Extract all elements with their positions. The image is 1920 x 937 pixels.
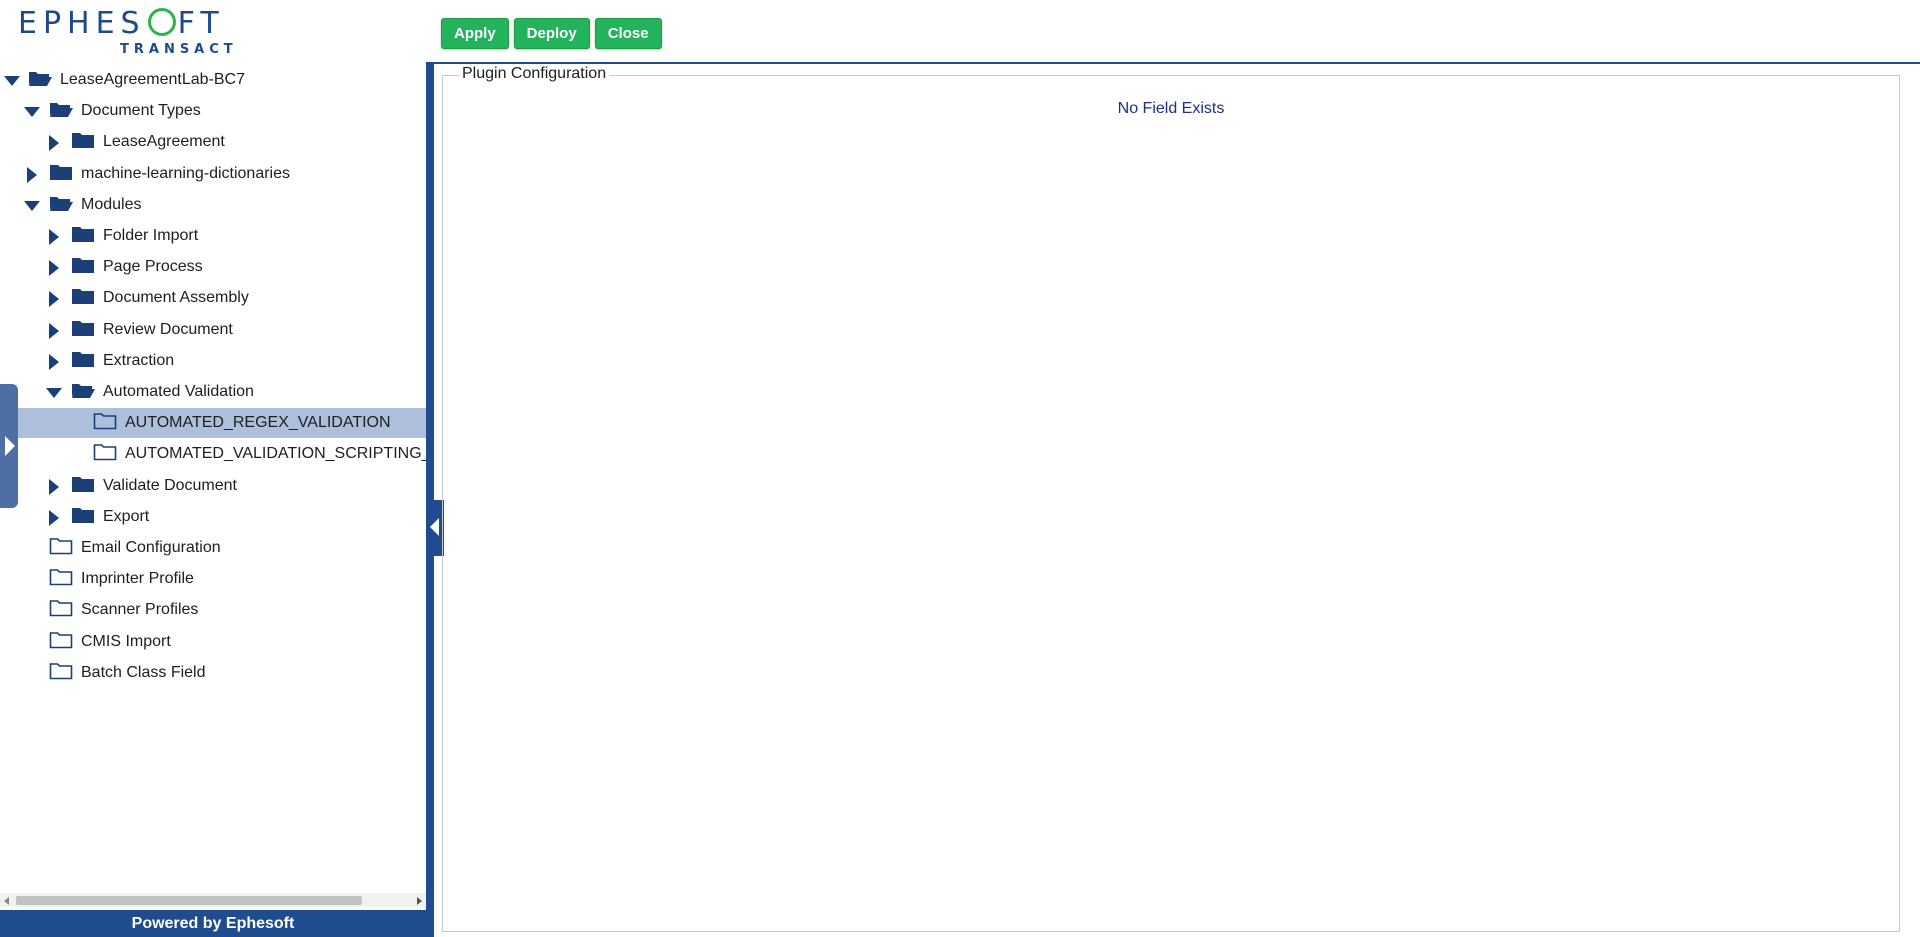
tree-node-label: Imprinter Profile bbox=[81, 570, 194, 588]
tree-node-label: Export bbox=[103, 507, 150, 525]
tree-node-label: machine-learning-dictionaries bbox=[81, 164, 290, 182]
apply-button[interactable]: Apply bbox=[441, 18, 509, 49]
tree-node[interactable]: machine-learning-dictionaries bbox=[0, 159, 426, 189]
tree-node-label: Document Types bbox=[81, 102, 201, 120]
tree-node-label: Batch Class Field bbox=[81, 663, 206, 681]
tree-node[interactable]: Page Process bbox=[0, 252, 426, 282]
folder-icon bbox=[49, 163, 73, 181]
folder-icon bbox=[71, 131, 95, 149]
tree-node-label: Folder Import bbox=[103, 227, 199, 244]
folder-icon bbox=[71, 475, 95, 493]
expand-arrow-icon[interactable] bbox=[24, 166, 38, 183]
tree-node[interactable]: Email Configuration bbox=[0, 533, 426, 563]
expand-arrow-icon[interactable] bbox=[46, 291, 60, 308]
expand-arrow-icon[interactable] bbox=[46, 229, 60, 245]
expand-arrow-icon[interactable] bbox=[46, 135, 60, 152]
expand-arrow-icon[interactable] bbox=[46, 353, 60, 370]
collapse-arrow-icon[interactable] bbox=[24, 104, 40, 118]
tree-node[interactable]: AUTOMATED_REGEX_VALIDATION bbox=[18, 408, 426, 439]
deploy-button[interactable]: Deploy bbox=[513, 18, 590, 49]
expand-arrow-icon[interactable] bbox=[46, 322, 60, 339]
tree-node[interactable]: AUTOMATED_VALIDATION_SCRIPTING_PLUGIN bbox=[0, 439, 426, 469]
expand-panel-tab[interactable] bbox=[0, 384, 18, 508]
tree-node-label: Email Configuration bbox=[81, 539, 221, 556]
empty-state-message: No Field Exists bbox=[1117, 100, 1225, 117]
tree-node-label: LeaseAgreement bbox=[103, 133, 225, 151]
tree-node[interactable]: LeaseAgreementLab-BC7 bbox=[0, 65, 426, 95]
powered-by-footer: Powered by Ephesoft bbox=[0, 910, 426, 937]
tree-node[interactable]: Automated Validation bbox=[0, 377, 426, 407]
logo-o-mark bbox=[147, 7, 176, 36]
folder-icon bbox=[71, 350, 95, 368]
folder-icon bbox=[71, 287, 95, 305]
collapse-arrow-icon[interactable] bbox=[24, 198, 40, 212]
expand-arrow-icon[interactable] bbox=[46, 260, 60, 277]
scroll-left-icon[interactable] bbox=[4, 897, 9, 905]
tree-node[interactable]: Folder Import bbox=[0, 221, 426, 251]
close-button[interactable]: Close bbox=[594, 18, 662, 49]
tree-node[interactable]: Imprinter Profile bbox=[0, 564, 426, 594]
tree-node[interactable]: Modules bbox=[0, 190, 426, 220]
folder-open-icon bbox=[49, 100, 73, 118]
tree-node-label: Scanner Profiles bbox=[81, 601, 199, 619]
tree-node[interactable]: Export bbox=[0, 502, 426, 532]
toolbar: Apply Deploy Close bbox=[441, 18, 662, 49]
folder-icon bbox=[71, 506, 95, 524]
logo-text-start: EPHES bbox=[18, 6, 146, 41]
tree-node-label: Modules bbox=[81, 195, 142, 213]
tree-node-label: Page Process bbox=[103, 258, 203, 276]
tree-node-label: AUTOMATED_REGEX_VALIDATION bbox=[125, 414, 391, 432]
ephesoft-logo: EPHES FT TRANSACT bbox=[18, 6, 258, 58]
tree-node-label: Document Assembly bbox=[103, 289, 249, 307]
folder-open-icon bbox=[71, 381, 95, 399]
folder-icon bbox=[71, 225, 95, 243]
scroll-right-icon[interactable] bbox=[417, 897, 422, 905]
tree-node[interactable]: CMIS Import bbox=[0, 627, 426, 657]
folder-open-icon bbox=[28, 69, 52, 87]
tree-node[interactable]: Scanner Profiles bbox=[0, 595, 426, 625]
logo-text-end: FT bbox=[177, 6, 225, 41]
tree-node[interactable]: Review Document bbox=[0, 315, 426, 345]
folder-outline-icon bbox=[49, 599, 73, 617]
folder-outline-icon bbox=[49, 662, 73, 680]
tree-node-label: Extraction bbox=[103, 351, 175, 369]
collapse-arrow-icon[interactable] bbox=[46, 385, 62, 399]
expand-arrow-icon[interactable] bbox=[46, 509, 60, 526]
plugin-configuration-panel: Plugin Configuration No Field Exists bbox=[442, 65, 1900, 932]
tree-node-label: LeaseAgreementLab-BC7 bbox=[60, 71, 246, 88]
folder-icon bbox=[71, 256, 95, 274]
tree-node-label: CMIS Import bbox=[81, 632, 171, 650]
tree-node[interactable]: Batch Class Field bbox=[0, 658, 426, 688]
tree-node[interactable]: LeaseAgreement bbox=[0, 127, 426, 157]
tree-node[interactable]: Extraction bbox=[0, 346, 426, 376]
tree-horizontal-scrollbar[interactable] bbox=[0, 893, 426, 907]
tree-node-label: Review Document bbox=[103, 320, 233, 338]
tree-node[interactable]: Validate Document bbox=[0, 471, 426, 501]
folder-outline-icon bbox=[49, 568, 73, 586]
tree-node-label: AUTOMATED_VALIDATION_SCRIPTING_PLUGIN bbox=[125, 445, 426, 463]
folder-outline-icon bbox=[93, 412, 117, 430]
folder-open-icon bbox=[49, 194, 73, 212]
tree-node[interactable]: Document Assembly bbox=[0, 283, 426, 313]
folder-outline-icon bbox=[93, 443, 117, 461]
collapse-arrow-icon[interactable] bbox=[4, 73, 20, 87]
folder-outline-icon bbox=[49, 537, 73, 555]
logo-subtitle: TRANSACT bbox=[120, 42, 238, 57]
tree-node-label: Automated Validation bbox=[103, 383, 254, 400]
scrollbar-thumb[interactable] bbox=[16, 896, 362, 905]
plugin-configuration-title: Plugin Configuration bbox=[459, 65, 610, 83]
content-top-rule bbox=[434, 62, 1920, 64]
batch-class-tree: LeaseAgreementLab-BC7 Document Types Lease… bbox=[0, 62, 426, 894]
tree-node-label: Validate Document bbox=[103, 476, 237, 494]
tree-node[interactable]: Document Types bbox=[0, 96, 426, 126]
expand-arrow-icon[interactable] bbox=[46, 478, 60, 495]
folder-icon bbox=[71, 319, 95, 337]
folder-outline-icon bbox=[49, 631, 73, 649]
